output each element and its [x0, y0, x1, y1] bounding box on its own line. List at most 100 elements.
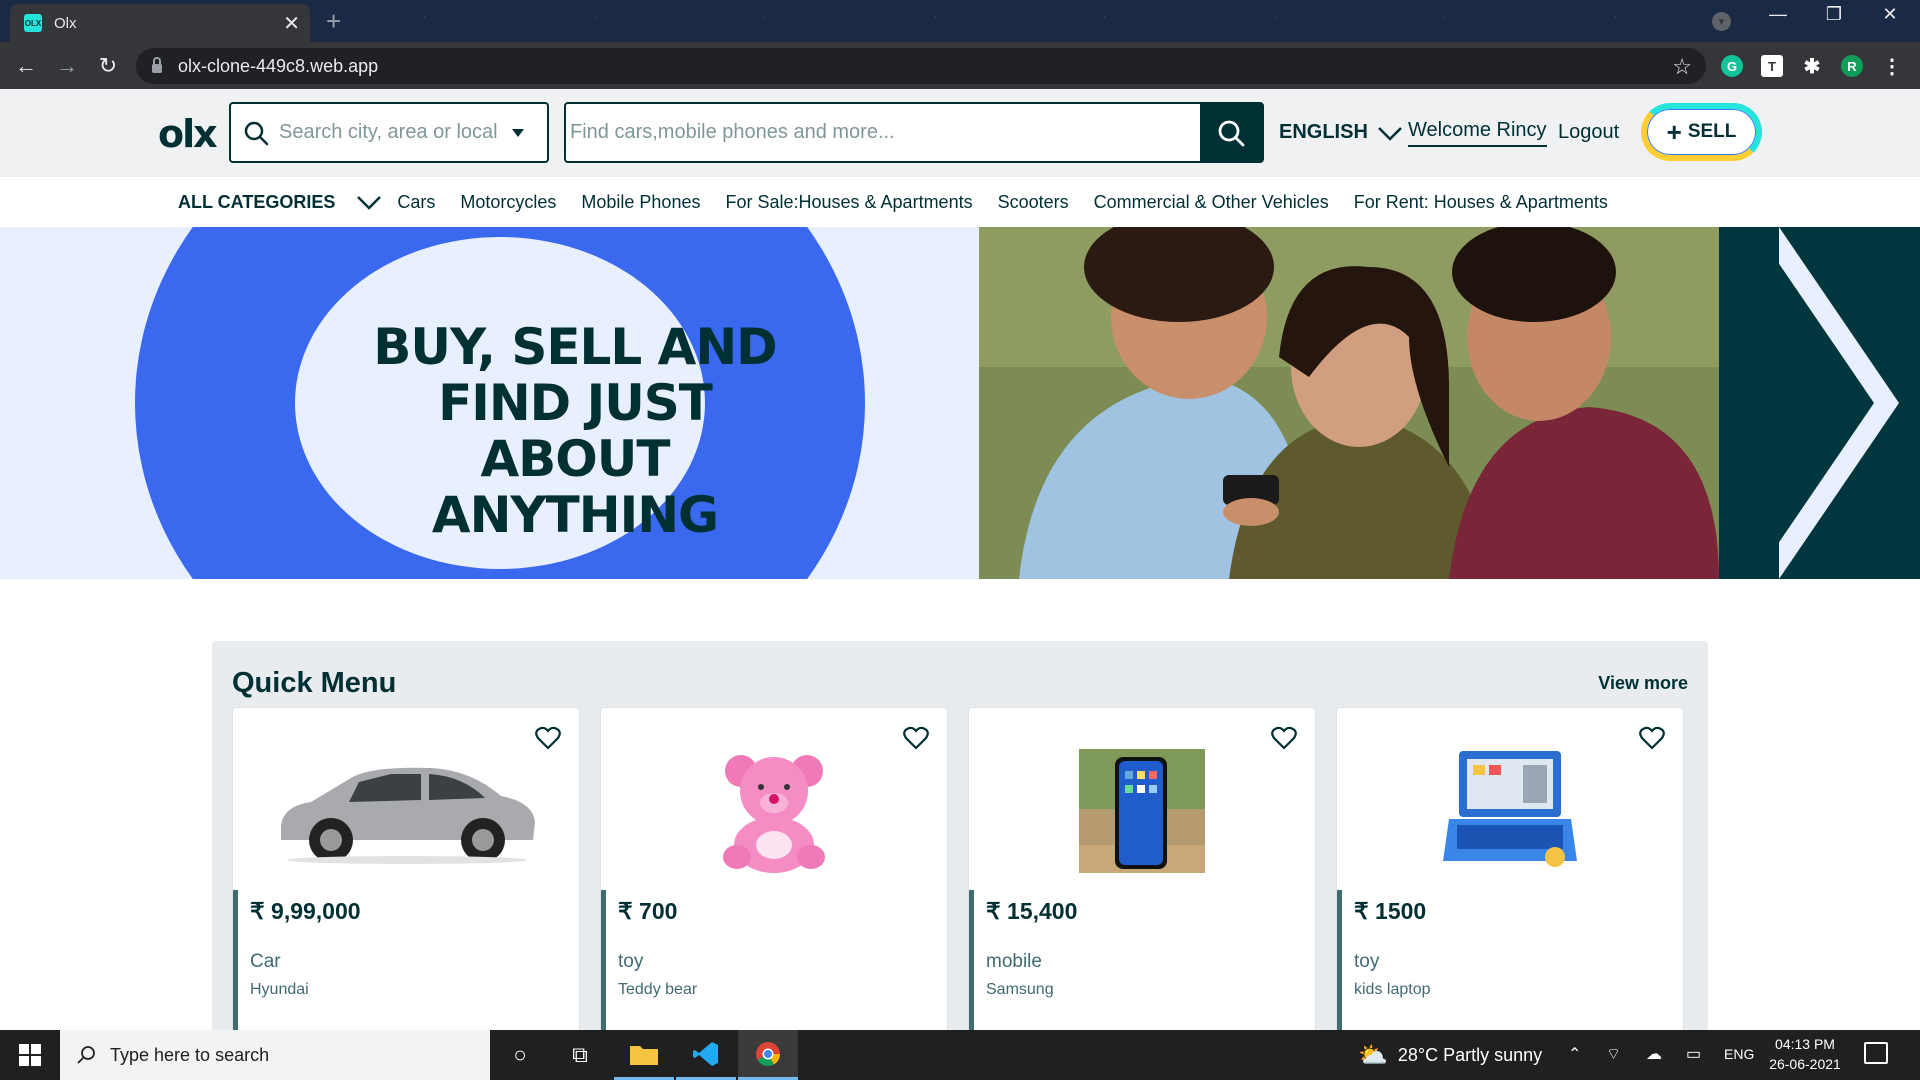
browser-tab[interactable]: OLX Olx ✕ — [10, 4, 310, 42]
search-button[interactable] — [1200, 104, 1262, 161]
taskbar-search-box[interactable]: Type here to search — [60, 1030, 490, 1080]
kids-laptop-icon — [1443, 751, 1577, 867]
view-more-link[interactable]: View more — [1598, 673, 1688, 694]
taskbar-clock[interactable]: 04:13 PM 26-06-2021 — [1762, 1034, 1848, 1074]
ext-t-icon[interactable]: T — [1761, 55, 1783, 77]
product-card[interactable]: ₹ 15,400 mobile Samsung — [968, 707, 1316, 1047]
minimize-icon[interactable]: — — [1750, 4, 1806, 25]
wifi-icon[interactable]: ⌔ — [1606, 1044, 1621, 1064]
tab-title: Olx — [54, 14, 77, 32]
url-text: olx-clone-449c8.web.app — [178, 55, 379, 76]
hero-banner[interactable]: BUY, SELL AND FIND JUST ABOUT ANYTHING — [0, 227, 1920, 579]
product-card[interactable]: ₹ 9,99,000 Car Hyundai — [232, 707, 580, 1047]
reload-icon[interactable]: ↻ — [92, 50, 124, 82]
grammarly-icon[interactable]: G — [1721, 55, 1743, 77]
browser-tabstrip: OLX Olx ✕ + ▾ — ❐ ✕ — [0, 0, 1920, 42]
windows-logo-icon — [19, 1044, 41, 1066]
banner-chevron-inner — [1754, 227, 1874, 579]
banner-headline-line-2: FIND JUST ABOUT — [438, 374, 713, 488]
browser-toolbar: ← → ↻ olx-clone-449c8.web.app ☆ G T ✱ R … — [0, 42, 1920, 89]
search-icon — [244, 121, 269, 145]
vscode-icon[interactable] — [676, 1030, 736, 1080]
weather-text: 28°C Partly sunny — [1397, 1044, 1543, 1065]
category-link-motorcycles[interactable]: Motorcycles — [460, 192, 556, 213]
category-link-commercial-vehicles[interactable]: Commercial & Other Vehicles — [1094, 192, 1329, 213]
card-category: mobile — [986, 951, 1042, 972]
card-info: ₹ 700 toy Teddy bear — [601, 890, 947, 1046]
window-close-icon[interactable]: ✕ — [1862, 4, 1918, 25]
logout-link[interactable]: Logout — [1558, 121, 1619, 144]
restore-icon[interactable]: ❐ — [1806, 4, 1862, 25]
language-label: ENGLISH — [1279, 121, 1368, 143]
card-name: Hyundai — [250, 981, 309, 998]
task-view-icon[interactable]: ⧉ — [550, 1030, 610, 1080]
file-explorer-icon[interactable] — [614, 1030, 674, 1080]
category-link-houses-sale[interactable]: For Sale:Houses & Apartments — [725, 192, 972, 213]
browser-menu-icon[interactable]: ⋮ — [1881, 55, 1903, 78]
favorite-heart-icon[interactable] — [1271, 726, 1297, 750]
language-selector[interactable]: ENGLISH — [1279, 121, 1404, 144]
friends-illustration — [979, 227, 1719, 579]
car-icon — [281, 767, 535, 864]
cortana-icon[interactable]: ○ — [490, 1030, 550, 1080]
tray-chevron-icon[interactable]: ⌃ — [1568, 1044, 1581, 1064]
back-icon[interactable]: ← — [10, 50, 42, 82]
card-price: ₹ 1500 — [1354, 898, 1427, 924]
location-input[interactable] — [279, 121, 504, 144]
olx-logo[interactable]: olx — [158, 112, 218, 156]
card-info: ₹ 1500 toy kids laptop — [1337, 890, 1683, 1046]
site-header: olx ENGLISH Welcome Rincy Logout + SELL — [0, 89, 1920, 177]
search-icon — [77, 1046, 95, 1064]
clock-time: 04:13 PM — [1775, 1036, 1835, 1052]
card-price: ₹ 9,99,000 — [250, 898, 361, 924]
welcome-user-link[interactable]: Welcome Rincy — [1408, 119, 1547, 147]
card-category: toy — [618, 951, 644, 972]
card-info: ₹ 9,99,000 Car Hyundai — [233, 890, 579, 1046]
sell-button[interactable]: + SELL — [1641, 103, 1762, 161]
kids-laptop-image — [1337, 748, 1683, 874]
bookmark-star-icon[interactable]: ☆ — [1672, 54, 1692, 80]
teddy-bear-icon — [723, 755, 825, 873]
windows-start-button[interactable] — [0, 1030, 60, 1080]
folder-icon — [630, 1045, 658, 1065]
category-link-houses-rent[interactable]: For Rent: Houses & Apartments — [1354, 192, 1608, 213]
product-card[interactable]: ₹ 700 toy Teddy bear — [600, 707, 948, 1047]
clock-date: 26-06-2021 — [1769, 1056, 1841, 1072]
new-tab-icon[interactable]: + — [326, 6, 341, 37]
lock-icon — [152, 57, 162, 73]
main-search-box — [564, 102, 1264, 163]
onedrive-icon[interactable]: ☁ — [1646, 1044, 1662, 1064]
favorite-heart-icon[interactable] — [903, 726, 929, 750]
all-categories-label: ALL CATEGORIES — [178, 191, 336, 212]
search-input[interactable] — [566, 104, 1200, 161]
category-bar: ALL CATEGORIES Cars Motorcycles Mobile P… — [0, 177, 1920, 227]
battery-icon[interactable]: ▭ — [1686, 1044, 1701, 1064]
category-link-scooters[interactable]: Scooters — [998, 192, 1069, 213]
favorite-heart-icon[interactable] — [1639, 726, 1665, 750]
profile-avatar[interactable]: R — [1841, 55, 1863, 77]
location-search-box[interactable] — [229, 102, 549, 163]
all-categories-dropdown[interactable]: ALL CATEGORIES — [178, 192, 383, 213]
card-info: ₹ 15,400 mobile Samsung — [969, 890, 1315, 1046]
taskbar-search-placeholder: Type here to search — [110, 1044, 270, 1065]
card-price: ₹ 700 — [618, 898, 678, 924]
tab-close-icon[interactable]: ✕ — [283, 11, 300, 36]
teddy-bear-image — [601, 748, 947, 874]
quick-menu-section: Quick Menu View more ₹ 9,99,000 Car Hyun… — [212, 641, 1708, 1061]
extensions-puzzle-icon[interactable]: ✱ — [1801, 55, 1823, 78]
category-link-cars[interactable]: Cars — [397, 192, 435, 213]
address-bar[interactable]: olx-clone-449c8.web.app ☆ — [136, 48, 1706, 84]
weather-widget[interactable]: ⛅ 28°C Partly sunny — [1358, 1030, 1542, 1080]
sell-label: SELL — [1687, 121, 1737, 142]
product-card[interactable]: ₹ 1500 toy kids laptop — [1336, 707, 1684, 1047]
search-icon — [1218, 120, 1245, 146]
input-language[interactable]: ENG — [1724, 1046, 1754, 1062]
chrome-icon[interactable] — [738, 1030, 798, 1080]
location-dropdown-icon[interactable] — [512, 128, 524, 137]
banner-friends-photo — [979, 227, 1719, 579]
favorite-heart-icon[interactable] — [535, 726, 561, 750]
tab-search-icon[interactable]: ▾ — [1712, 12, 1731, 31]
category-link-mobile-phones[interactable]: Mobile Phones — [581, 192, 700, 213]
forward-icon[interactable]: → — [51, 50, 83, 82]
notification-icon[interactable] — [1864, 1042, 1888, 1064]
